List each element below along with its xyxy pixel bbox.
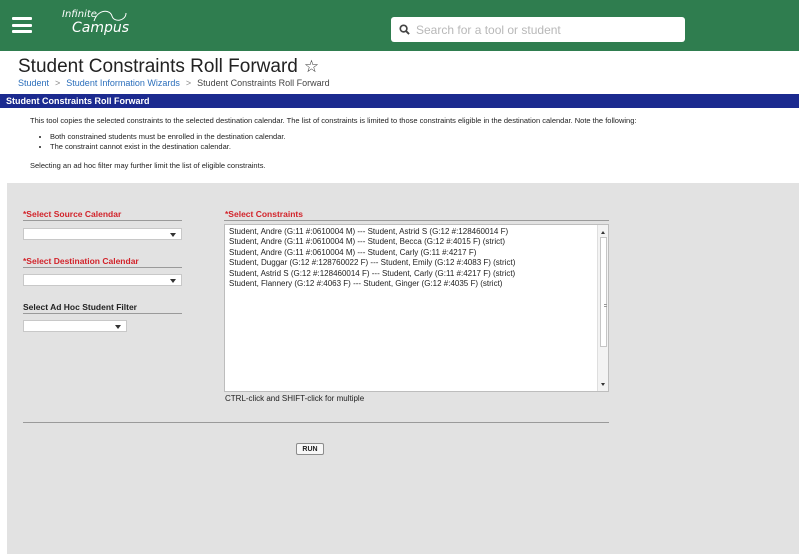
breadcrumb-current: Student Constraints Roll Forward xyxy=(197,78,330,88)
breadcrumb-separator-icon: > xyxy=(185,78,192,88)
divider xyxy=(224,220,609,221)
divider xyxy=(23,267,182,268)
chevron-down-icon xyxy=(115,325,121,329)
constraint-option[interactable]: Student, Duggar (G:12 #:128760022 F) ---… xyxy=(229,258,515,268)
constraint-option[interactable]: Student, Andre (G:11 #:0610004 M) --- St… xyxy=(229,248,515,258)
constraints-list: Student, Andre (G:11 #:0610004 M) --- St… xyxy=(229,227,515,289)
search-icon xyxy=(399,24,410,35)
destination-calendar-label: *Select Destination Calendar xyxy=(23,256,139,266)
scroll-down-arrow-icon[interactable] xyxy=(601,383,605,386)
search-input[interactable] xyxy=(416,22,676,37)
tool-description: This tool copies the selected constraint… xyxy=(30,116,790,172)
multi-select-hint: CTRL-click and SHIFT-click for multiple xyxy=(225,394,365,403)
description-footer: Selecting an ad hoc filter may further l… xyxy=(30,161,266,171)
page-title-row: Student Constraints Roll Forward ☆ xyxy=(18,56,319,78)
grip-icon xyxy=(604,304,607,307)
constraint-option[interactable]: Student, Andre (G:11 #:0610004 M) --- St… xyxy=(229,237,515,247)
breadcrumb-student-information-wizards[interactable]: Student Information Wizards xyxy=(66,78,180,88)
chevron-down-icon xyxy=(170,233,176,237)
breadcrumb-separator-icon: > xyxy=(55,78,61,88)
description-bullet: The constraint cannot exist in the desti… xyxy=(50,142,790,152)
logo-swoosh-icon xyxy=(93,10,127,22)
hamburger-menu-icon[interactable] xyxy=(12,17,32,33)
divider xyxy=(23,220,182,221)
star-outline-icon[interactable]: ☆ xyxy=(304,57,319,77)
constraints-listbox[interactable]: Student, Andre (G:11 #:0610004 M) --- St… xyxy=(224,224,609,392)
infinite-campus-logo[interactable]: Infinite Campus xyxy=(60,10,129,36)
description-intro: This tool copies the selected constraint… xyxy=(30,116,637,125)
constraints-label: *Select Constraints xyxy=(225,209,303,219)
constraint-option[interactable]: Student, Andre (G:11 #:0610004 M) --- St… xyxy=(229,227,515,237)
breadcrumb-student[interactable]: Student xyxy=(18,78,49,88)
ad-hoc-filter-select[interactable] xyxy=(23,320,127,332)
description-bullet: Both constrained students must be enroll… xyxy=(50,132,790,142)
page-title: Student Constraints Roll Forward xyxy=(18,56,298,77)
top-app-bar: Infinite Campus xyxy=(0,0,799,51)
constraint-option[interactable]: Student, Flannery (G:12 #:4063 F) --- St… xyxy=(229,279,515,289)
search-box[interactable] xyxy=(391,17,685,42)
source-calendar-label: *Select Source Calendar xyxy=(23,209,122,219)
source-calendar-select[interactable] xyxy=(23,228,182,240)
chevron-down-icon xyxy=(170,279,176,283)
description-bullets: Both constrained students must be enroll… xyxy=(50,132,790,152)
run-button[interactable]: RUN xyxy=(296,443,324,455)
divider xyxy=(23,313,182,314)
scroll-up-arrow-icon[interactable] xyxy=(601,231,605,234)
constraint-option[interactable]: Student, Astrid S (G:12 #:128460014 F) -… xyxy=(229,269,515,279)
section-header-bar: Student Constraints Roll Forward xyxy=(0,94,799,108)
divider xyxy=(23,422,609,423)
breadcrumb: Student > Student Information Wizards > Stud… xyxy=(18,78,330,88)
listbox-scrollbar[interactable] xyxy=(597,225,608,391)
scrollbar-thumb[interactable] xyxy=(600,237,607,347)
destination-calendar-select[interactable] xyxy=(23,274,182,286)
ad-hoc-filter-label: Select Ad Hoc Student Filter xyxy=(23,302,137,312)
